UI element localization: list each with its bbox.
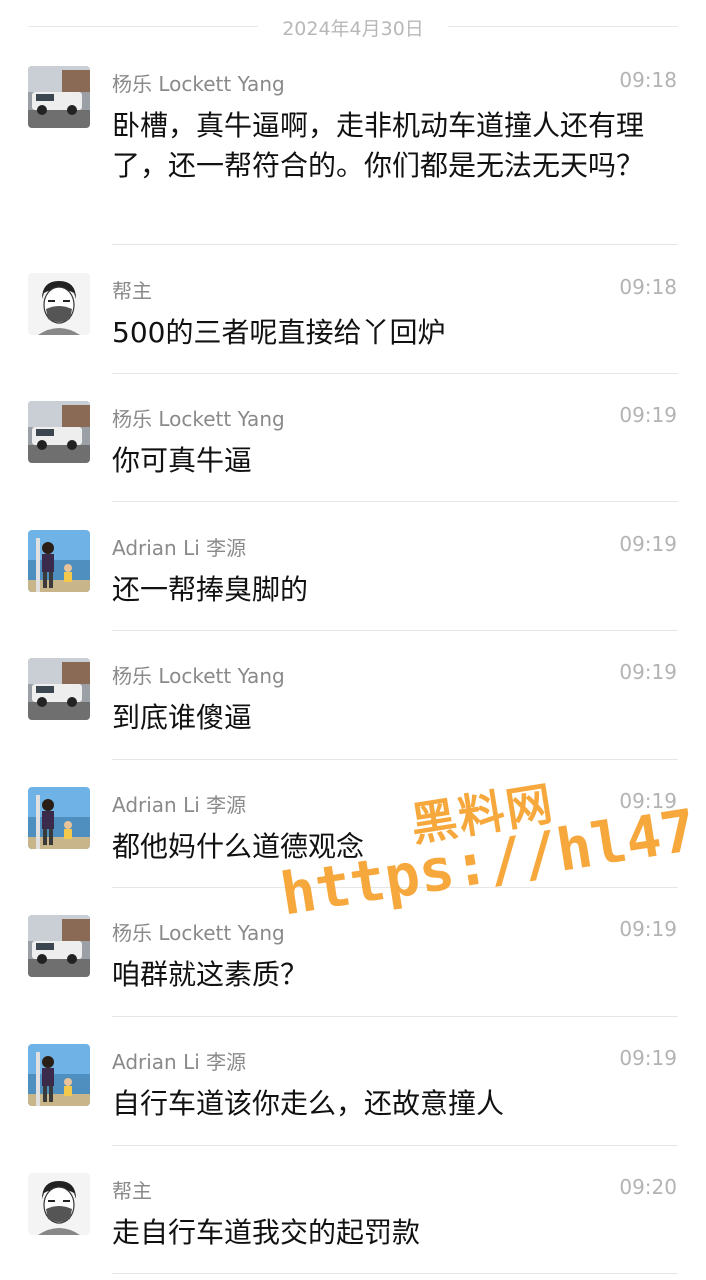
beach-photo-avatar[interactable]: [28, 787, 90, 849]
beach-photo-avatar[interactable]: [28, 1044, 90, 1106]
message-time: 09:18: [619, 275, 677, 299]
message-text: 自行车道该你走么，还故意撞人: [112, 1087, 505, 1120]
message-separator: [112, 759, 678, 760]
message-separator: [112, 1273, 678, 1274]
message-separator: [112, 630, 678, 631]
car-avatar[interactable]: [28, 658, 90, 720]
message-separator: [112, 244, 678, 245]
message-text: 500的三者呢直接给丫回炉: [112, 316, 446, 349]
message-time: 09:18: [619, 68, 677, 92]
sender-name: 杨乐 Lockett Yang: [112, 664, 285, 688]
message-separator: [112, 887, 678, 888]
car-avatar[interactable]: [28, 66, 90, 128]
message-time: 09:19: [619, 1046, 677, 1070]
date-label: 2024年4月30日: [282, 18, 424, 40]
sender-name: Adrian Li 李源: [112, 793, 247, 817]
message-time: 09:19: [619, 403, 677, 427]
car-avatar[interactable]: [28, 401, 90, 463]
divider-line-right: [448, 26, 678, 27]
date-divider: 2024年4月30日: [28, 12, 678, 42]
message-text: 还一帮捧臭脚的: [112, 573, 309, 606]
sender-name: 帮主: [112, 1179, 152, 1203]
message-time: 09:19: [619, 532, 677, 556]
message-separator: [112, 1145, 678, 1146]
message-time: 09:19: [619, 660, 677, 684]
masked-man-avatar[interactable]: [28, 273, 90, 335]
message-separator: [112, 373, 678, 374]
car-avatar[interactable]: [28, 915, 90, 977]
masked-man-avatar[interactable]: [28, 1173, 90, 1235]
sender-name: 帮主: [112, 279, 152, 303]
message-text: 你可真牛逼: [112, 444, 253, 477]
message-time: 09:19: [619, 917, 677, 941]
message-time: 09:20: [619, 1175, 677, 1199]
sender-name: Adrian Li 李源: [112, 536, 247, 560]
sender-name: 杨乐 Lockett Yang: [112, 921, 285, 945]
sender-name: 杨乐 Lockett Yang: [112, 72, 285, 96]
message-time: 09:19: [619, 789, 677, 813]
message-separator: [112, 1016, 678, 1017]
message-text: 卧槽，真牛逼啊，走非机动车道撞人还有理了，还一帮符合的。你们都是无法无天吗？: [112, 109, 645, 182]
message-text: 都他妈什么道德观念: [112, 830, 365, 863]
message-separator: [112, 501, 678, 502]
sender-name: Adrian Li 李源: [112, 1050, 247, 1074]
message-text: 走自行车道我交的起罚款: [112, 1216, 421, 1249]
beach-photo-avatar[interactable]: [28, 530, 90, 592]
message-text: 到底谁傻逼: [112, 701, 253, 734]
message-text: 咱群就这素质？: [112, 958, 309, 991]
sender-name: 杨乐 Lockett Yang: [112, 407, 285, 431]
